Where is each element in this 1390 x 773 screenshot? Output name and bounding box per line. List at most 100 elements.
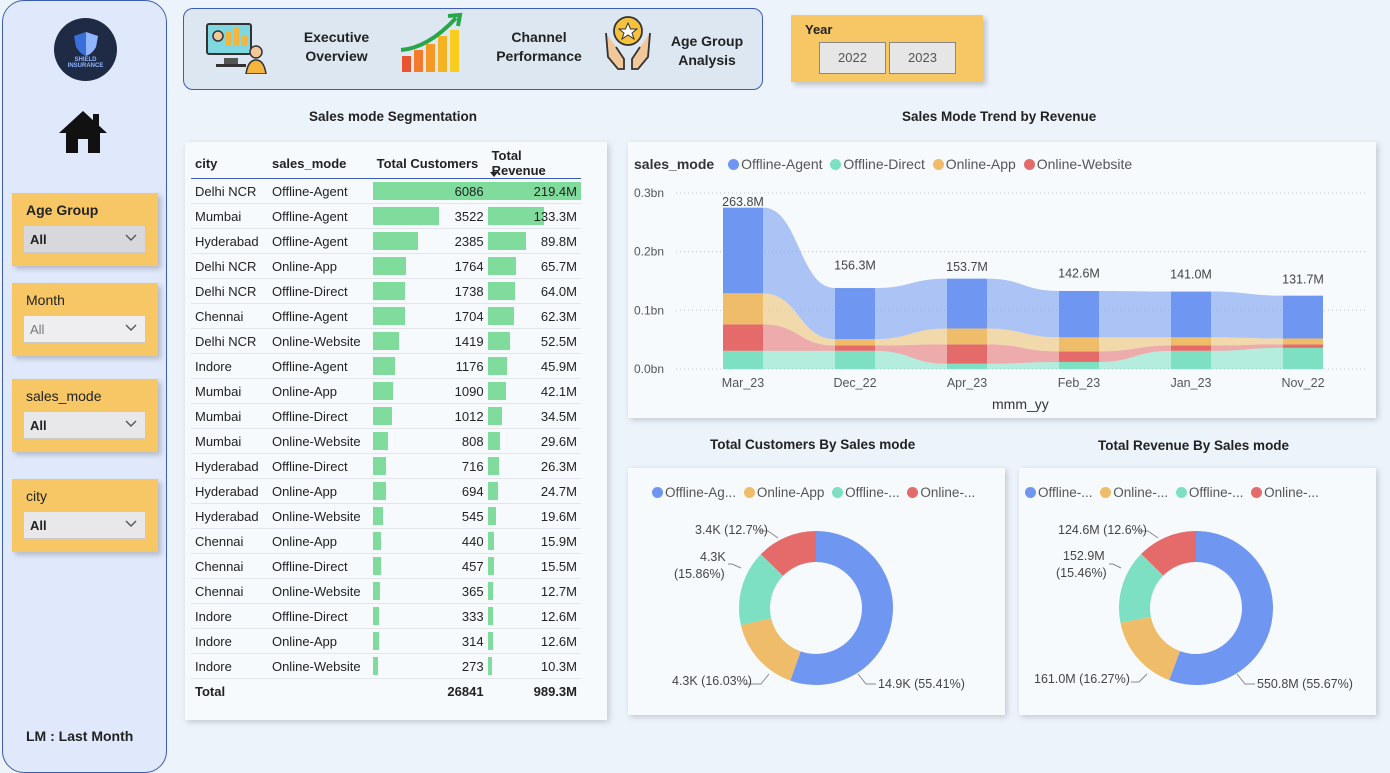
table-row[interactable]: Chennai Offline-Direct 457 15.5M [191, 553, 581, 579]
series-segment[interactable] [1059, 351, 1099, 362]
customers-value: 1012 [454, 408, 484, 424]
city-dropdown[interactable]: All [23, 511, 146, 539]
cell-city: Mumbai [191, 428, 268, 454]
customers-value: 6086 [454, 183, 484, 199]
leader-line [1236, 673, 1255, 685]
cell-city: Mumbai [191, 403, 268, 429]
year-label: Year [805, 22, 833, 37]
table-row[interactable]: Mumbai Online-App 1090 42.1M [191, 378, 581, 404]
donut-slice[interactable] [740, 618, 801, 681]
segmentation-title: Sales mode Segmentation [309, 109, 478, 124]
series-segment[interactable] [947, 363, 987, 369]
year-option-2022[interactable]: 2022 [819, 42, 886, 74]
x-tick-label: Mar_23 [722, 376, 764, 390]
cell-total-revenue: 24.7M [487, 478, 581, 504]
year-option-2023[interactable]: 2023 [889, 42, 956, 74]
table-row[interactable]: Chennai Online-App 440 15.9M [191, 528, 581, 554]
nav-channel-performance[interactable]: Channel Performance [487, 28, 591, 66]
table-row[interactable]: Hyderabad Online-Website 545 19.6M [191, 503, 581, 529]
column-header-total-customers[interactable]: Total Customers [372, 148, 488, 179]
total-customers: 26841 [372, 678, 488, 705]
table-row[interactable]: Indore Offline-Direct 333 12.6M [191, 603, 581, 629]
series-segment[interactable] [1171, 291, 1211, 338]
nav-age-group-analysis[interactable]: Age Group Analysis [662, 32, 752, 70]
cell-total-customers: 694 [372, 478, 488, 504]
table-row[interactable]: Delhi NCR Offline-Direct 1738 64.0M [191, 278, 581, 304]
table-row[interactable]: Mumbai Online-Website 808 29.6M [191, 428, 581, 454]
revenue-value: 45.9M [540, 358, 577, 374]
series-segment[interactable] [1283, 295, 1323, 339]
revenue-value: 62.3M [540, 308, 577, 324]
series-segment[interactable] [835, 345, 875, 351]
series-segment[interactable] [1171, 337, 1211, 346]
series-segment[interactable] [1171, 345, 1211, 351]
cell-city: Delhi NCR [191, 253, 268, 279]
column-header-total-revenue[interactable]: Total Revenue [487, 148, 581, 179]
table-row[interactable]: Indore Online-App 314 12.6M [191, 628, 581, 654]
customers-data-bar [372, 532, 381, 550]
revenue-donut-title: Total Revenue By Sales mode [1098, 438, 1290, 453]
series-segment[interactable] [723, 207, 763, 294]
series-segment[interactable] [835, 339, 875, 346]
table-row[interactable]: Chennai Online-Website 365 12.7M [191, 578, 581, 604]
series-ribbon [763, 350, 835, 369]
series-segment[interactable] [723, 324, 763, 351]
series-segment[interactable] [947, 344, 987, 364]
sales-mode-dropdown[interactable]: All [23, 411, 146, 439]
series-segment[interactable] [947, 328, 987, 345]
series-segment[interactable] [1283, 338, 1323, 345]
table-row[interactable]: Chennai Offline-Agent 1704 62.3M [191, 303, 581, 329]
table-row[interactable]: Delhi NCR Offline-Agent 6086 219.4M [191, 178, 581, 204]
series-segment[interactable] [723, 350, 763, 369]
home-icon[interactable] [57, 109, 109, 155]
trend-area-chart[interactable]: 0.0bn 0.1bn 0.2bn 0.3bn 263.8M Mar_23 156.3M De… [628, 142, 1376, 418]
cell-total-revenue: 133.3M [487, 203, 581, 229]
month-dropdown[interactable]: All [23, 315, 146, 343]
table-row[interactable]: Mumbai Offline-Direct 1012 34.5M [191, 403, 581, 429]
cell-city: Hyderabad [191, 478, 268, 504]
cell-sales-mode: Online-Website [267, 328, 373, 354]
table-row[interactable]: Delhi NCR Online-Website 1419 52.5M [191, 328, 581, 354]
customers-data-bar [372, 357, 395, 375]
series-segment[interactable] [1283, 344, 1323, 348]
cell-total-customers: 716 [372, 453, 488, 479]
series-segment[interactable] [723, 293, 763, 325]
series-segment[interactable] [1283, 347, 1323, 369]
nav-executive-overview[interactable]: Executive Overview [294, 28, 379, 66]
cell-city: Hyderabad [191, 228, 268, 254]
donut-slice[interactable] [1120, 616, 1180, 681]
table-row[interactable]: Mumbai Offline-Agent 3522 133.3M [191, 203, 581, 229]
series-segment[interactable] [835, 350, 875, 369]
revenue-value: 12.6M [540, 608, 577, 624]
age-group-dropdown[interactable]: All [23, 225, 146, 253]
table-row[interactable]: Delhi NCR Online-App 1764 65.7M [191, 253, 581, 279]
revenue-value: 34.5M [540, 408, 577, 424]
nav-age-group-line2: Analysis [678, 52, 736, 68]
cell-city: Delhi NCR [191, 328, 268, 354]
column-header-sales-mode[interactable]: sales_mode [267, 148, 373, 179]
table-row[interactable]: Hyderabad Online-App 694 24.7M [191, 478, 581, 504]
cell-city: Indore [191, 353, 268, 379]
revenue-value: 15.5M [540, 558, 577, 574]
cell-sales-mode: Offline-Agent [267, 228, 373, 254]
table-row[interactable]: Hyderabad Offline-Agent 2385 89.8M [191, 228, 581, 254]
customers-value: 2385 [454, 233, 484, 249]
series-segment[interactable] [1171, 350, 1211, 369]
donut-label-online-website: 3.4K (12.7%) [695, 523, 768, 537]
cell-total-customers: 273 [372, 653, 488, 679]
cell-total-customers: 440 [372, 528, 488, 554]
series-segment[interactable] [947, 278, 987, 329]
series-segment[interactable] [1059, 361, 1099, 369]
total-data-label: 131.7M [1282, 273, 1324, 287]
series-ribbon [1099, 290, 1171, 338]
table-row[interactable]: Hyderabad Offline-Direct 716 26.3M [191, 453, 581, 479]
series-segment[interactable] [835, 288, 875, 340]
presentation-icon[interactable] [204, 18, 270, 74]
series-segment[interactable] [1059, 337, 1099, 352]
cell-city: Delhi NCR [191, 278, 268, 304]
table-row[interactable]: Indore Online-Website 273 10.3M [191, 653, 581, 679]
series-segment[interactable] [1059, 290, 1099, 338]
column-header-city[interactable]: city [191, 148, 268, 179]
cell-total-revenue: 45.9M [487, 353, 581, 379]
table-row[interactable]: Indore Offline-Agent 1176 45.9M [191, 353, 581, 379]
